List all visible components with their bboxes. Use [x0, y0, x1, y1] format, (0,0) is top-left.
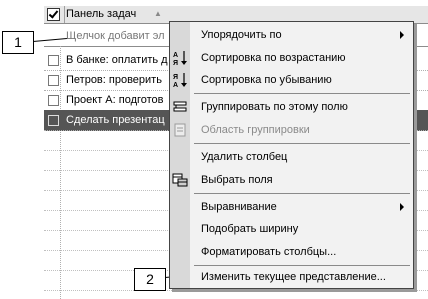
task-subject: В банке: оплатить д	[66, 54, 168, 66]
menu-item-label: Упорядочить по	[201, 29, 282, 41]
menu-item-alignment[interactable]: Выравнивание	[170, 196, 413, 218]
task-checkbox[interactable]	[48, 55, 59, 66]
menu-item-label: Выравнивание	[201, 201, 277, 213]
menu-separator	[194, 193, 410, 194]
menu-item-label: Изменить текущее представление...	[201, 271, 386, 283]
submenu-arrow-icon	[400, 203, 404, 211]
group-box-icon	[174, 123, 186, 137]
task-subject: Петров: проверить	[66, 74, 162, 86]
sort-descending-icon: Я А	[173, 73, 187, 89]
menu-item-arrange-by[interactable]: Упорядочить по	[170, 24, 413, 46]
menu-item-label: Форматировать столбцы...	[201, 246, 337, 258]
menu-separator	[194, 143, 410, 144]
field-chooser-icon	[172, 173, 188, 187]
column-divider	[64, 6, 65, 23]
empty-row-line	[44, 290, 428, 291]
menu-item-label: Сортировка по убыванию	[201, 74, 332, 86]
menu-item-group-by-box[interactable]: Область группировки	[170, 119, 413, 141]
menu-item-remove-column[interactable]: Удалить столбец	[170, 146, 413, 168]
submenu-arrow-icon	[400, 31, 404, 39]
menu-item-sort-descending[interactable]: Я А Сортировка по убыванию	[170, 69, 413, 91]
menu-item-sort-ascending[interactable]: А Я Сортировка по возрастанию	[170, 47, 413, 69]
task-checkbox[interactable]	[48, 75, 59, 86]
menu-item-group-by-field[interactable]: Группировать по этому полю	[170, 96, 413, 118]
task-subject: Проект А: подготов	[66, 94, 164, 106]
menu-item-customize-current-view[interactable]: Изменить текущее представление...	[170, 266, 413, 288]
sort-indicator-icon: ▲	[154, 9, 162, 18]
menu-item-label: Выбрать поля	[201, 174, 273, 186]
menu-separator	[194, 93, 410, 94]
menu-item-best-fit[interactable]: Подобрать ширину	[170, 218, 413, 240]
menu-item-label: Удалить столбец	[201, 151, 288, 163]
new-task-placeholder[interactable]: Щелчок добавит эл	[66, 30, 165, 42]
svg-text:А: А	[173, 82, 178, 89]
task-checkbox[interactable]	[48, 95, 59, 106]
menu-item-label: Область группировки	[201, 124, 310, 136]
menu-item-label: Группировать по этому полю	[201, 101, 348, 113]
menu-item-format-columns[interactable]: Форматировать столбцы...	[170, 241, 413, 263]
task-checkbox[interactable]	[48, 115, 59, 126]
svg-text:А: А	[173, 52, 178, 59]
column-context-menu: Упорядочить по А Я Сортировка по возраст…	[169, 21, 414, 289]
callout-1: 1	[2, 31, 34, 54]
sort-ascending-icon: А Я	[173, 51, 187, 67]
svg-text:Я: Я	[173, 60, 178, 67]
menu-item-label: Сортировка по возрастанию	[201, 52, 346, 64]
group-by-field-icon	[173, 101, 187, 112]
task-subject: Сделать презентац	[66, 114, 165, 126]
menu-item-label: Подобрать ширину	[201, 223, 299, 235]
svg-text:Я: Я	[173, 74, 178, 81]
task-column-title[interactable]: Панель задач	[66, 8, 136, 20]
complete-column-checkbox-icon[interactable]	[47, 8, 60, 21]
menu-item-field-chooser[interactable]: Выбрать поля	[170, 169, 413, 191]
callout-2: 2	[134, 268, 166, 291]
